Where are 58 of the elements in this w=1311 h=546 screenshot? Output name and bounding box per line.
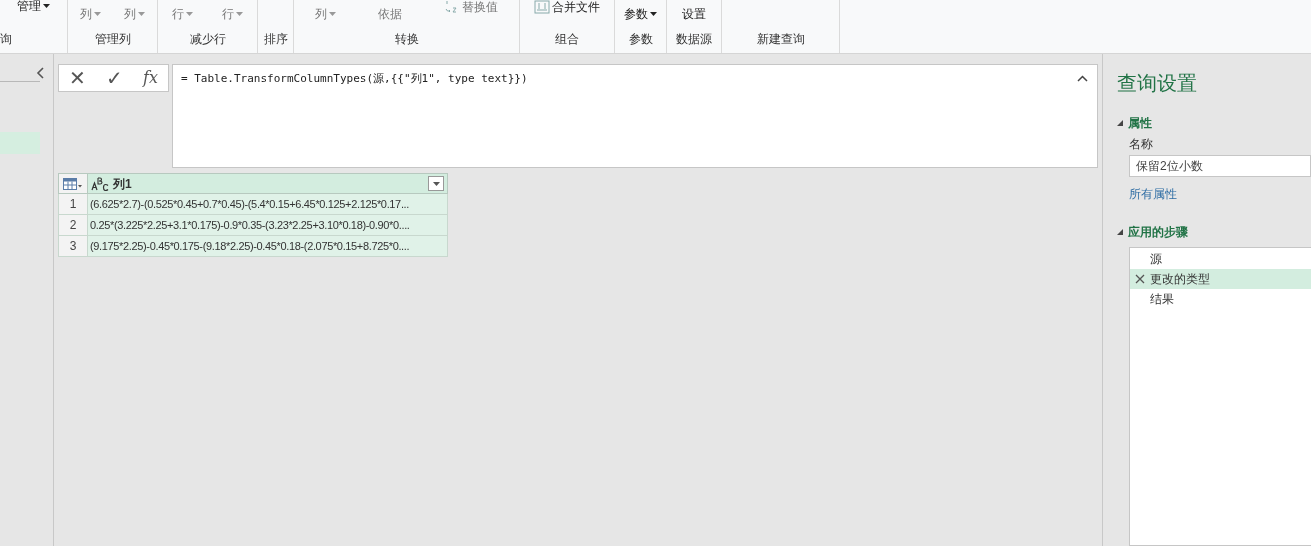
caret-icon: [93, 12, 101, 16]
group-label: 管理列: [94, 31, 131, 48]
table-cell: 0.25*(3.225*2.25+3.1*0.175)-0.9*0.35-(3.23*2.25+3.10*0.18)-0.90*0....: [88, 215, 447, 235]
group-label: 转换: [394, 31, 419, 48]
group-label: 询: [0, 31, 12, 48]
group-label: 减少行: [189, 31, 226, 48]
formula-field[interactable]: = Table.TransformColumnTypes(源,{{"列1", type text}}): [172, 64, 1098, 168]
table-menu-icon[interactable]: [63, 177, 83, 190]
panel-title: 查询设置: [1117, 71, 1198, 96]
group-label: 数据源: [676, 31, 712, 48]
caret-icon: [186, 12, 194, 16]
cancel-button[interactable]: ✕: [69, 68, 86, 88]
step-item[interactable]: 更改的类型: [1130, 269, 1311, 289]
ribbon-button[interactable]: 替换值: [444, 0, 498, 14]
caret-icon: [43, 4, 50, 8]
ribbon-button[interactable]: 依据: [378, 8, 402, 20]
row-number: 2: [59, 215, 88, 235]
all-properties-link[interactable]: 所有属性: [1129, 185, 1177, 203]
delete-icon[interactable]: [1135, 274, 1145, 284]
row-number: 3: [59, 236, 88, 256]
step-item[interactable]: 结果: [1130, 289, 1311, 309]
caret-icon: [235, 12, 243, 16]
table-cell: (9.175*2.25)-0.45*0.175-(9.18*2.25)-0.45*0.18-(2.075*0.15+8.725*0....: [88, 236, 447, 256]
ribbon-button[interactable]: 设置: [682, 8, 706, 20]
group-label: 组合: [555, 31, 579, 48]
section-heading: 属性: [1128, 115, 1152, 132]
caret-icon: [432, 181, 440, 186]
group-label: 新建查询: [756, 31, 805, 48]
ribbon-button[interactable]: 列: [79, 8, 101, 20]
confirm-button[interactable]: ✓: [106, 68, 123, 88]
section-heading: 应用的步骤: [1128, 224, 1188, 241]
collapse-icon[interactable]: [1077, 75, 1088, 82]
ribbon-button[interactable]: 合并文件: [534, 0, 600, 14]
combine-icon: [534, 0, 550, 14]
formula-text: = Table.TransformColumnTypes(源,{{"列1", type text}}): [181, 71, 528, 87]
row-number: 1: [59, 194, 88, 214]
group-label: 参数: [628, 31, 653, 48]
collapse-icon[interactable]: [1117, 229, 1123, 235]
text-type-icon[interactable]: [91, 176, 109, 191]
collapse-icon[interactable]: [1117, 120, 1123, 126]
ribbon-button[interactable]: 行: [172, 8, 194, 20]
replace-icon: [444, 0, 460, 14]
step-item[interactable]: 源: [1130, 249, 1311, 269]
ribbon-button[interactable]: 行: [221, 8, 243, 20]
ribbon-button[interactable]: 列: [124, 8, 146, 20]
ribbon-button[interactable]: 参数: [624, 8, 657, 20]
ribbon-button[interactable]: 管理: [17, 0, 50, 12]
table-cell: (6.625*2.7)-(0.525*0.45+0.7*0.45)-(5.4*0.15+6.45*0.125+2.125*0.17...: [88, 194, 447, 214]
caret-icon: [138, 12, 146, 16]
name-field[interactable]: 保留2位小数: [1129, 155, 1311, 177]
group-label: 排序: [263, 31, 288, 48]
ribbon-button[interactable]: 列: [315, 8, 336, 20]
collapse-icon[interactable]: [36, 66, 44, 79]
caret-icon: [650, 12, 657, 16]
name-label: 名称: [1129, 136, 1153, 153]
caret-icon: [329, 12, 336, 16]
filter-button[interactable]: [428, 176, 444, 191]
insert-function-button[interactable]: fx: [143, 70, 158, 86]
